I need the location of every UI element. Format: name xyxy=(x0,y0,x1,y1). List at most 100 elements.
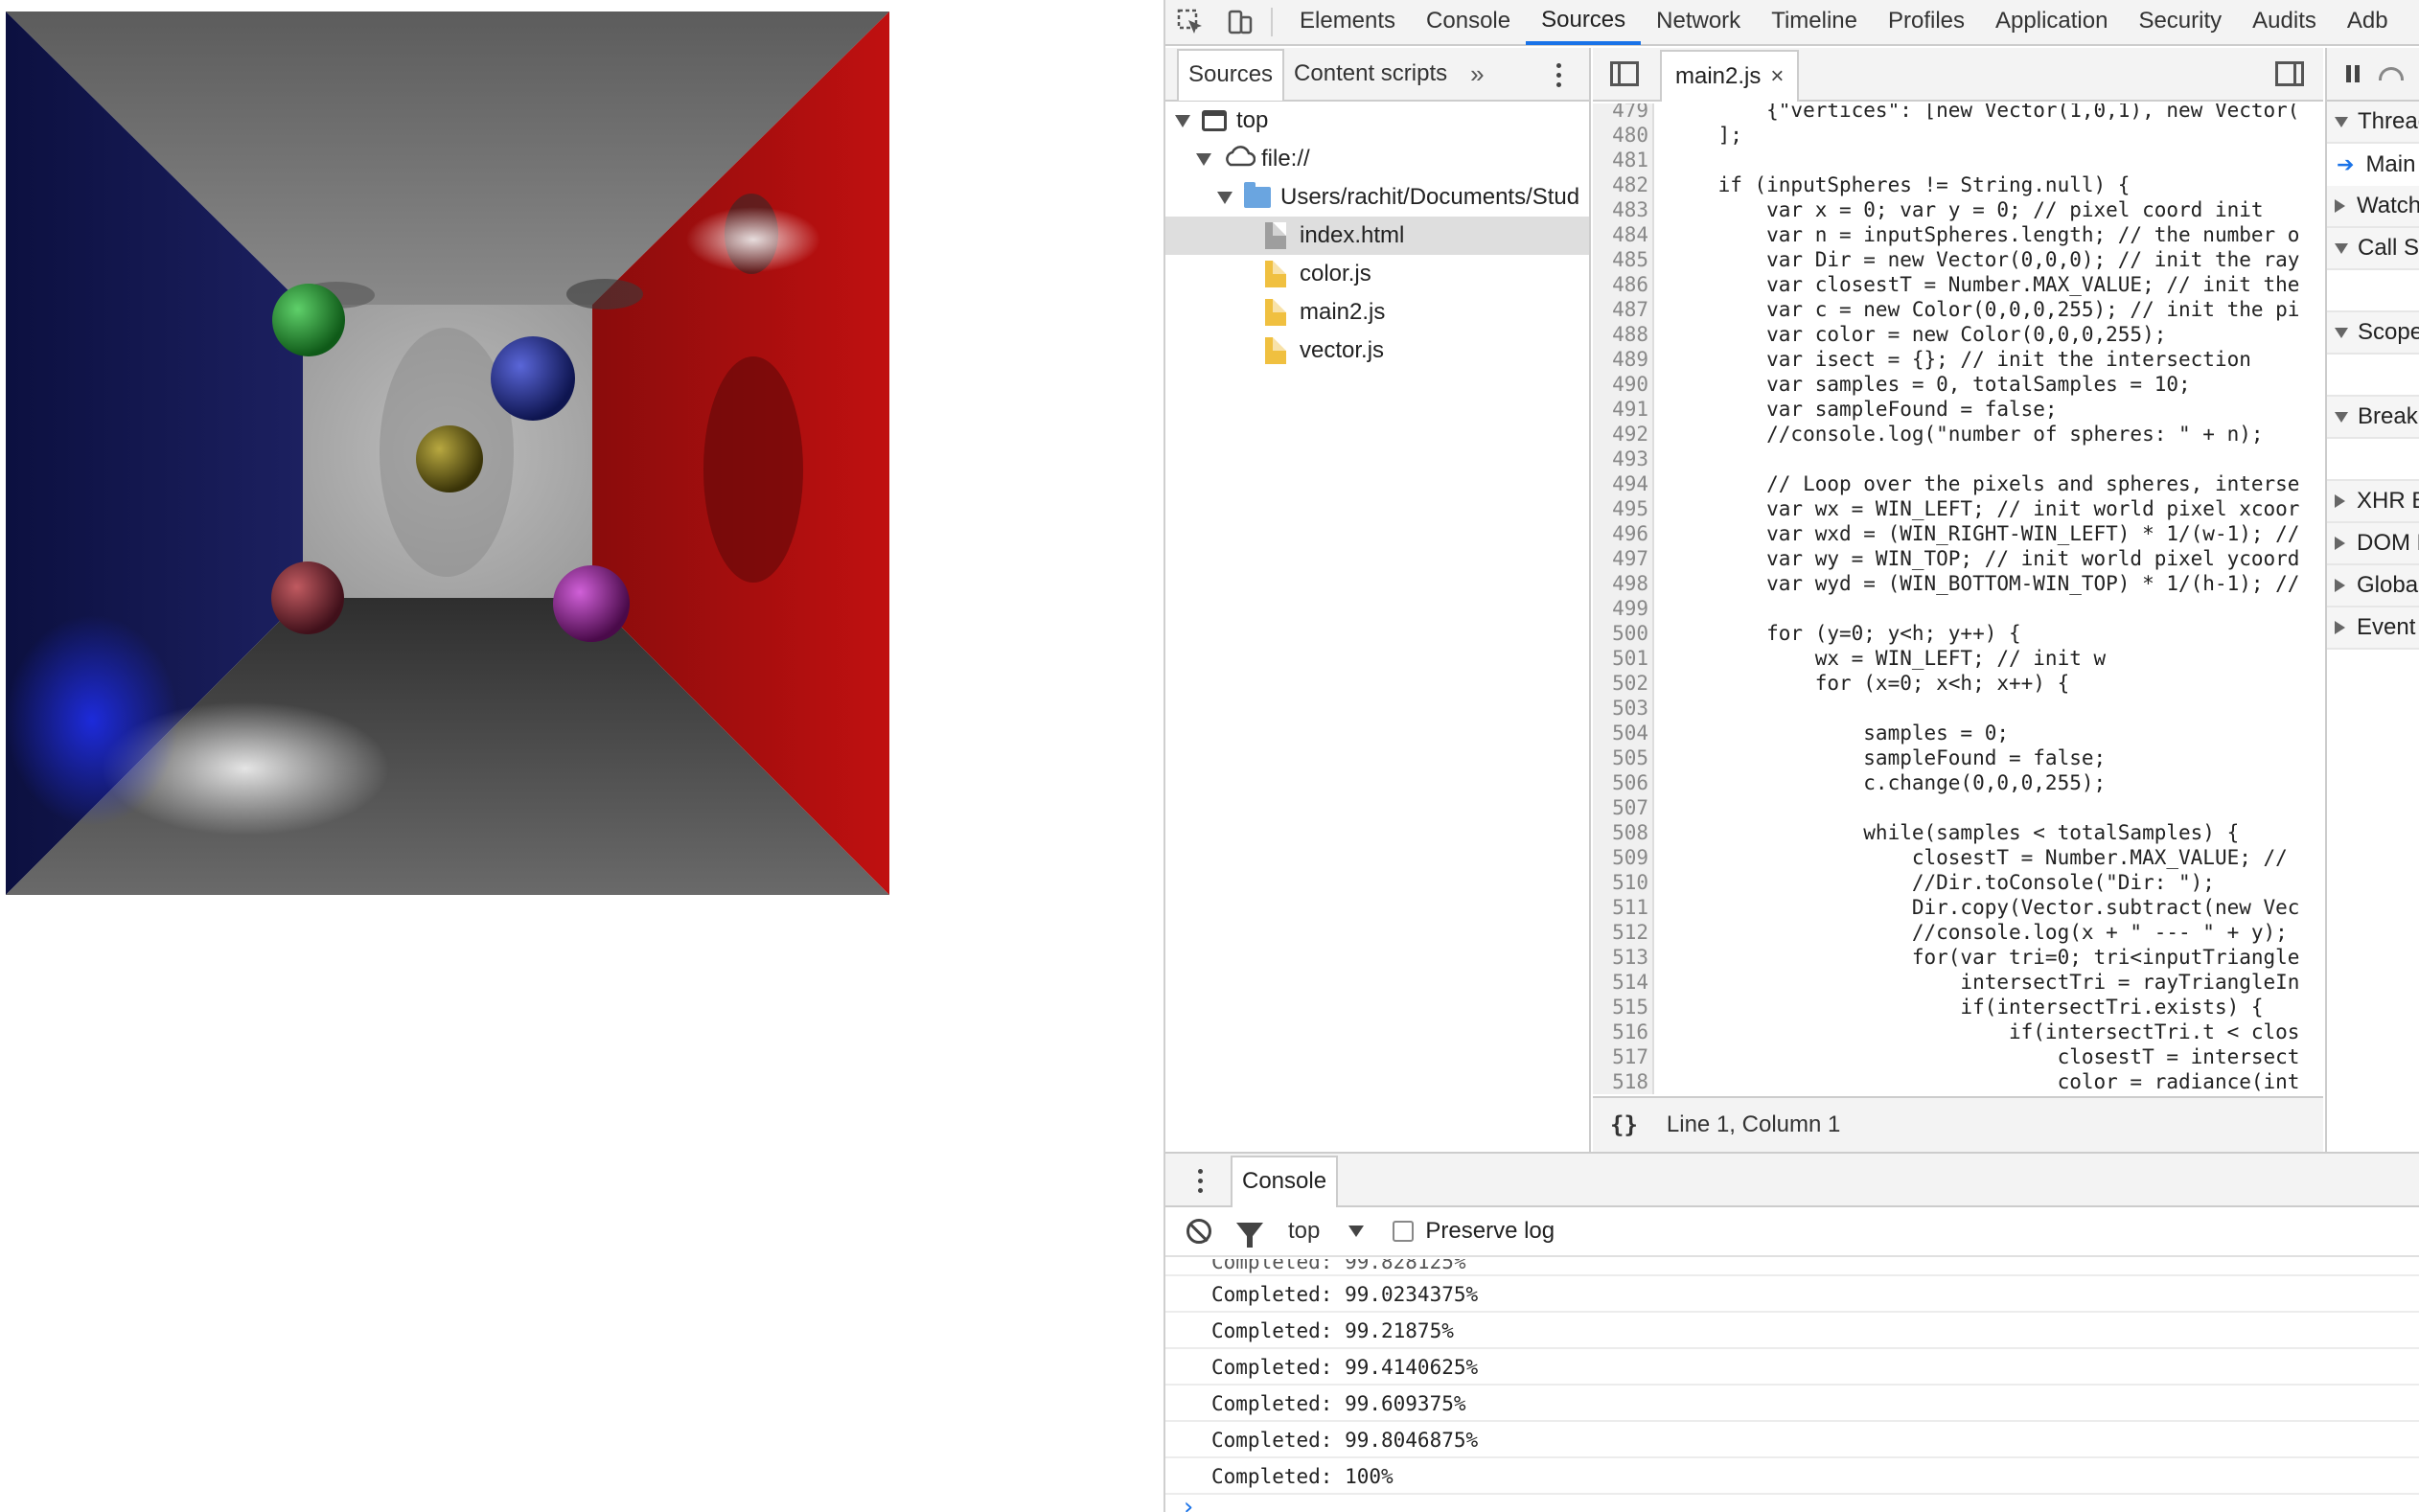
line-number[interactable]: 481 xyxy=(1593,148,1648,172)
console-prompt-icon[interactable]: › xyxy=(1181,1493,1196,1512)
pause-icon[interactable] xyxy=(2346,65,2360,82)
navigator-menu-icon[interactable] xyxy=(1551,56,1566,94)
console-drawer: Console top Preserve log Completed: 99.8… xyxy=(1165,1152,2419,1512)
tree-item[interactable]: top xyxy=(1165,102,1589,140)
tab-network[interactable]: Network xyxy=(1641,0,1756,45)
tree-item[interactable]: file:// xyxy=(1165,140,1589,178)
tree-item[interactable]: Users/rachit/Documents/Stud xyxy=(1165,178,1589,217)
code-area[interactable]: 479 {"vertices": [new Vector(1,0,1), new… xyxy=(1593,103,2323,1094)
line-number[interactable]: 494 xyxy=(1593,471,1648,496)
line-number[interactable]: 511 xyxy=(1593,895,1648,920)
line-number[interactable]: 509 xyxy=(1593,845,1648,870)
editor-tab-main2-js[interactable]: main2.js × xyxy=(1660,50,1800,102)
line-number[interactable]: 501 xyxy=(1593,646,1648,671)
toggle-navigator-icon[interactable] xyxy=(1610,61,1639,86)
line-number[interactable]: 502 xyxy=(1593,671,1648,696)
line-number[interactable]: 518 xyxy=(1593,1069,1648,1094)
line-number[interactable]: 493 xyxy=(1593,447,1648,471)
pane-breakpoints[interactable]: Breakpoints xyxy=(2327,397,2419,439)
close-tab-icon[interactable]: × xyxy=(1770,63,1784,90)
line-number[interactable]: 513 xyxy=(1593,945,1648,970)
tab-content-scripts[interactable]: Content scripts xyxy=(1284,49,1457,99)
chevron-down-icon[interactable] xyxy=(1348,1226,1365,1237)
line-number[interactable]: 516 xyxy=(1593,1019,1648,1044)
tab-sources-nav[interactable]: Sources xyxy=(1177,49,1285,101)
line-number[interactable]: 503 xyxy=(1593,696,1648,721)
filter-icon[interactable] xyxy=(1236,1223,1263,1248)
line-number[interactable]: 480 xyxy=(1593,123,1648,148)
line-number[interactable]: 491 xyxy=(1593,397,1648,422)
pane-event-listener-breakpoints[interactable]: Event Listener Breakpoints xyxy=(2327,607,2419,650)
expand-triangle-icon[interactable] xyxy=(1217,191,1233,204)
folder-icon xyxy=(1244,182,1271,208)
tree-item[interactable]: color.js xyxy=(1165,255,1589,293)
line-number[interactable]: 505 xyxy=(1593,745,1648,770)
line-number[interactable]: 495 xyxy=(1593,496,1648,521)
expand-triangle-icon[interactable] xyxy=(1175,114,1190,127)
line-number[interactable]: 496 xyxy=(1593,521,1648,546)
tab-elements[interactable]: Elements xyxy=(1284,0,1411,45)
line-number[interactable]: 489 xyxy=(1593,347,1648,372)
code-text: if(intersectTri.exists) { xyxy=(1670,996,2264,1019)
line-number[interactable]: 510 xyxy=(1593,870,1648,895)
line-number[interactable]: 484 xyxy=(1593,222,1648,247)
line-number[interactable]: 500 xyxy=(1593,621,1648,646)
pretty-print-icon[interactable]: {} xyxy=(1610,1111,1638,1138)
pane-call-stack[interactable]: Call Stack xyxy=(2327,228,2419,270)
tree-item[interactable]: vector.js xyxy=(1165,332,1589,370)
chevron-down-icon xyxy=(2335,242,2348,254)
tab-console-drawer[interactable]: Console xyxy=(1231,1156,1339,1207)
pane-title: DOM Breakpoints xyxy=(2357,530,2419,556)
line-number[interactable]: 512 xyxy=(1593,920,1648,945)
tab-sources[interactable]: Sources xyxy=(1526,0,1642,45)
inspect-element-icon[interactable] xyxy=(1165,0,1215,45)
drawer-menu-icon[interactable] xyxy=(1192,1161,1208,1200)
context-selector[interactable]: top xyxy=(1288,1218,1320,1245)
tab-application[interactable]: Application xyxy=(1980,0,2123,45)
line-number[interactable]: 498 xyxy=(1593,571,1648,596)
line-number[interactable]: 497 xyxy=(1593,546,1648,571)
pane-scope[interactable]: Scope xyxy=(2327,312,2419,355)
line-number[interactable]: 490 xyxy=(1593,372,1648,397)
line-number[interactable]: 492 xyxy=(1593,422,1648,447)
line-number[interactable]: 499 xyxy=(1593,596,1648,621)
line-number[interactable]: 479 xyxy=(1593,103,1648,123)
pane-global-listeners[interactable]: Global Listeners xyxy=(2327,565,2419,607)
pane-threads[interactable]: Threads xyxy=(2327,102,2419,144)
pane-dom-breakpoints[interactable]: DOM Breakpoints xyxy=(2327,523,2419,565)
toggle-debugger-icon[interactable] xyxy=(2275,61,2304,86)
thread-main[interactable]: ➔ Main xyxy=(2327,144,2419,186)
tab-security[interactable]: Security xyxy=(2123,0,2237,45)
expand-triangle-icon[interactable] xyxy=(1196,152,1211,166)
line-number[interactable]: 486 xyxy=(1593,272,1648,297)
preserve-log-checkbox[interactable] xyxy=(1393,1221,1415,1242)
line-number[interactable]: 482 xyxy=(1593,172,1648,197)
pane-xhr-breakpoints[interactable]: XHR Breakpoints xyxy=(2327,481,2419,523)
line-number[interactable]: 517 xyxy=(1593,1044,1648,1069)
line-number[interactable]: 485 xyxy=(1593,247,1648,272)
tab-timeline[interactable]: Timeline xyxy=(1756,0,1873,45)
tab-adb[interactable]: Adb xyxy=(2332,0,2404,45)
tab-profiles[interactable]: Profiles xyxy=(1873,0,1980,45)
tab-console[interactable]: Console xyxy=(1411,0,1526,45)
line-number[interactable]: 515 xyxy=(1593,995,1648,1019)
tab-audits[interactable]: Audits xyxy=(2237,0,2332,45)
line-number[interactable]: 507 xyxy=(1593,795,1648,820)
clear-console-icon[interactable] xyxy=(1186,1219,1211,1244)
more-tabs-icon[interactable]: » xyxy=(1457,59,1497,89)
line-number[interactable]: 506 xyxy=(1593,770,1648,795)
step-over-icon[interactable] xyxy=(2379,67,2404,80)
line-number[interactable]: 514 xyxy=(1593,970,1648,995)
line-number[interactable]: 504 xyxy=(1593,721,1648,745)
line-number[interactable]: 487 xyxy=(1593,297,1648,322)
tree-item[interactable]: index.html xyxy=(1165,217,1589,255)
pane-watch[interactable]: Watch xyxy=(2327,186,2419,228)
code-text: color = radiance(int xyxy=(1670,1070,2300,1093)
tree-item[interactable]: main2.js xyxy=(1165,293,1589,332)
line-number[interactable]: 483 xyxy=(1593,197,1648,222)
line-number[interactable]: 508 xyxy=(1593,820,1648,845)
code-line: 493 xyxy=(1593,447,2323,471)
tree-item-label: color.js xyxy=(1300,261,1371,286)
device-toolbar-icon[interactable] xyxy=(1215,0,1265,45)
line-number[interactable]: 488 xyxy=(1593,322,1648,347)
